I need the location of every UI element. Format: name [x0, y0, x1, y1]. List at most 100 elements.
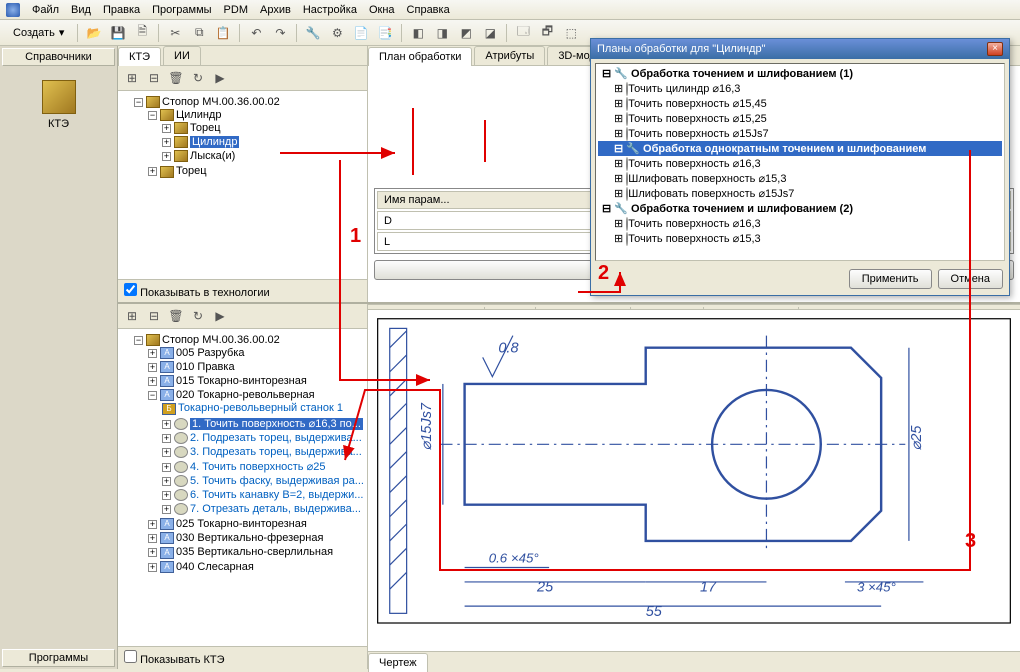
tool-icon[interactable]: 🗔	[513, 23, 533, 43]
show-in-tech-checkbox[interactable]: Показывать в технологии	[124, 287, 270, 299]
tree-tool-icon[interactable]: 🗑	[166, 68, 186, 88]
tree-node[interactable]: Цилиндр	[176, 109, 221, 121]
tree-node-selected[interactable]: Цилиндр	[190, 136, 239, 148]
tech-step[interactable]: 5. Точить фаску, выдерживая ра...	[190, 475, 364, 487]
tree-tool-icon[interactable]: ▶	[210, 68, 230, 88]
tech-step[interactable]: 4. Точить поверхность ⌀25	[190, 461, 325, 473]
tree-tool-icon[interactable]: ⊞	[122, 68, 142, 88]
menu-settings[interactable]: Настройка	[303, 4, 357, 16]
menu-programs[interactable]: Программы	[152, 4, 211, 16]
sidebar-item-kte[interactable]: КТЭ	[0, 68, 117, 142]
cut-icon[interactable]: ✂	[165, 23, 185, 43]
tree-tool-icon[interactable]: ↻	[188, 306, 208, 326]
tech-op[interactable]: 035 Вертикально-сверлильная	[176, 546, 333, 558]
tree-tool-icon[interactable]: 🗑	[166, 306, 186, 326]
svg-text:0.8: 0.8	[498, 341, 518, 357]
tree-node[interactable]: Торец	[190, 122, 221, 134]
show-kte-checkbox[interactable]: Показывать КТЭ	[124, 654, 225, 666]
paste-icon[interactable]: 📋	[213, 23, 233, 43]
plan-item[interactable]: ⊞ Точить поверхность ⌀15,3	[598, 231, 1002, 246]
tool-icon[interactable]: 🔧	[303, 23, 323, 43]
copy-icon[interactable]: ⧉	[189, 23, 209, 43]
plan-item[interactable]: ⊞ Точить поверхность ⌀15Js7	[598, 126, 1002, 141]
plan-item[interactable]: ⊞ Шлифовать поверхность ⌀15,3	[598, 171, 1002, 186]
tech-step[interactable]: 7. Отрезать деталь, выдержива...	[190, 503, 361, 515]
tech-op[interactable]: 030 Вертикально-фрезерная	[176, 532, 323, 544]
tab-attr[interactable]: Атрибуты	[474, 46, 545, 65]
menubar: Файл Вид Правка Программы PDM Архив Наст…	[0, 0, 1020, 20]
svg-text:⌀25: ⌀25	[909, 425, 925, 451]
plan-item[interactable]: ⊞ Точить поверхность ⌀15,25	[598, 111, 1002, 126]
tech-step[interactable]: 6. Точить канавку B=2, выдержи...	[190, 489, 363, 501]
menu-edit[interactable]: Правка	[103, 4, 140, 16]
menu-archive[interactable]: Архив	[260, 4, 291, 16]
menu-view[interactable]: Вид	[71, 4, 91, 16]
tool-icon[interactable]: ⬚	[561, 23, 581, 43]
tool-icon[interactable]: 🗗	[537, 23, 557, 43]
svg-text:⌀15Js7: ⌀15Js7	[419, 402, 435, 450]
plan-group-selected[interactable]: ⊟ 🔧 Обработка однократным точением и шли…	[598, 141, 1002, 156]
menu-file[interactable]: Файл	[32, 4, 59, 16]
undo-icon[interactable]: ↶	[246, 23, 266, 43]
tab-kte[interactable]: КТЭ	[118, 47, 161, 66]
tool-icon[interactable]: ◪	[480, 23, 500, 43]
plan-item[interactable]: ⊞ Точить поверхность ⌀16,3	[598, 156, 1002, 171]
tech-root[interactable]: Стопор МЧ.00.36.00.02	[162, 334, 280, 346]
tab-ii[interactable]: ИИ	[163, 46, 201, 65]
tech-step[interactable]: 2. Подрезать торец, выдержива...	[190, 432, 362, 444]
tech-op[interactable]: 040 Слесарная	[176, 561, 254, 573]
plan-item[interactable]: ⊞ Точить поверхность ⌀16,3	[598, 216, 1002, 231]
plan-group[interactable]: ⊟ 🔧 Обработка точением и шлифованием (1)	[598, 66, 1002, 81]
redo-icon[interactable]: ↷	[270, 23, 290, 43]
open-icon[interactable]: 📂	[84, 23, 104, 43]
menu-help[interactable]: Справка	[407, 4, 450, 16]
tool-icon[interactable]: 📄	[351, 23, 371, 43]
close-icon[interactable]: ×	[987, 42, 1003, 56]
tree-node[interactable]: Торец	[176, 165, 207, 177]
sidebar-footer[interactable]: Программы	[2, 649, 115, 667]
plan-item[interactable]: ⊞ Точить цилиндр ⌀16,3	[598, 81, 1002, 96]
tree-tool-icon[interactable]: ↻	[188, 68, 208, 88]
dialog-titlebar[interactable]: Планы обработки для "Цилиндр" ×	[591, 39, 1009, 59]
tech-tree[interactable]: −Стопор МЧ.00.36.00.02 +A005 Разрубка +A…	[118, 329, 367, 646]
tech-op[interactable]: 025 Токарно-винторезная	[176, 518, 307, 530]
tree-root[interactable]: Стопор МЧ.00.36.00.02	[162, 96, 280, 108]
save-all-icon[interactable]: 🗎	[132, 23, 152, 43]
create-button[interactable]: Создать ▾	[6, 23, 71, 43]
plan-group[interactable]: ⊟ 🔧 Обработка точением и шлифованием (2)	[598, 201, 1002, 216]
tech-op[interactable]: 010 Правка	[176, 361, 235, 373]
sidebar-header[interactable]: Справочники	[2, 48, 115, 66]
save-icon[interactable]: 💾	[108, 23, 128, 43]
tech-op[interactable]: 005 Разрубка	[176, 347, 245, 359]
tree-tool-icon[interactable]: ⊞	[122, 306, 142, 326]
tool-icon[interactable]: ⚙	[327, 23, 347, 43]
svg-text:0.6 ×45°: 0.6 ×45°	[489, 551, 539, 566]
kte-tree[interactable]: −Стопор МЧ.00.36.00.02 −Цилиндр +Торец +…	[118, 91, 367, 279]
menu-pdm[interactable]: PDM	[224, 4, 248, 16]
drawing-canvas[interactable]: 0.8 ⌀15Js7 ⌀25 0.6 ×45° 25 17 3 ×45°	[368, 310, 1020, 651]
kte-tree-pane: КТЭ ИИ ⊞ ⊟ 🗑 ↻ ▶ −Стопор МЧ.00.36.00.02 …	[118, 46, 368, 302]
tab-plan[interactable]: План обработки	[368, 47, 472, 66]
apply-button[interactable]: Применить	[849, 269, 932, 289]
tool-icon[interactable]: ◧	[408, 23, 428, 43]
tool-icon[interactable]: ◩	[456, 23, 476, 43]
plan-item[interactable]: ⊞ Шлифовать поверхность ⌀15Js7	[598, 186, 1002, 201]
tool-icon[interactable]: ◨	[432, 23, 452, 43]
tech-step[interactable]: 3. Подрезать торец, выдержива...	[190, 446, 362, 458]
tech-step-selected[interactable]: 1. Точить поверхность ⌀16,3 по...	[190, 418, 363, 430]
tech-op[interactable]: 015 Токарно-винторезная	[176, 375, 307, 387]
sidebar: Справочники КТЭ Программы	[0, 46, 118, 669]
tech-step[interactable]: Токарно-револьверный станок 1	[178, 402, 343, 414]
tree-tool-icon[interactable]: ⊟	[144, 306, 164, 326]
plans-list[interactable]: ⊟ 🔧 Обработка точением и шлифованием (1)…	[595, 63, 1005, 261]
cancel-button[interactable]: Отмена	[938, 269, 1003, 289]
tree-node[interactable]: Лыска(и)	[190, 150, 235, 162]
tree-tool-icon[interactable]: ▶	[210, 306, 230, 326]
bottom-tab-drawing[interactable]: Чертеж	[368, 653, 428, 672]
drawing-pane: Текст перехода Текст операции Атрибуты Э…	[368, 304, 1020, 669]
tech-op[interactable]: 020 Токарно-револьверная	[176, 389, 315, 401]
plan-item[interactable]: ⊞ Точить поверхность ⌀15,45	[598, 96, 1002, 111]
tool-icon[interactable]: 📑	[375, 23, 395, 43]
tree-tool-icon[interactable]: ⊟	[144, 68, 164, 88]
menu-windows[interactable]: Окна	[369, 4, 395, 16]
